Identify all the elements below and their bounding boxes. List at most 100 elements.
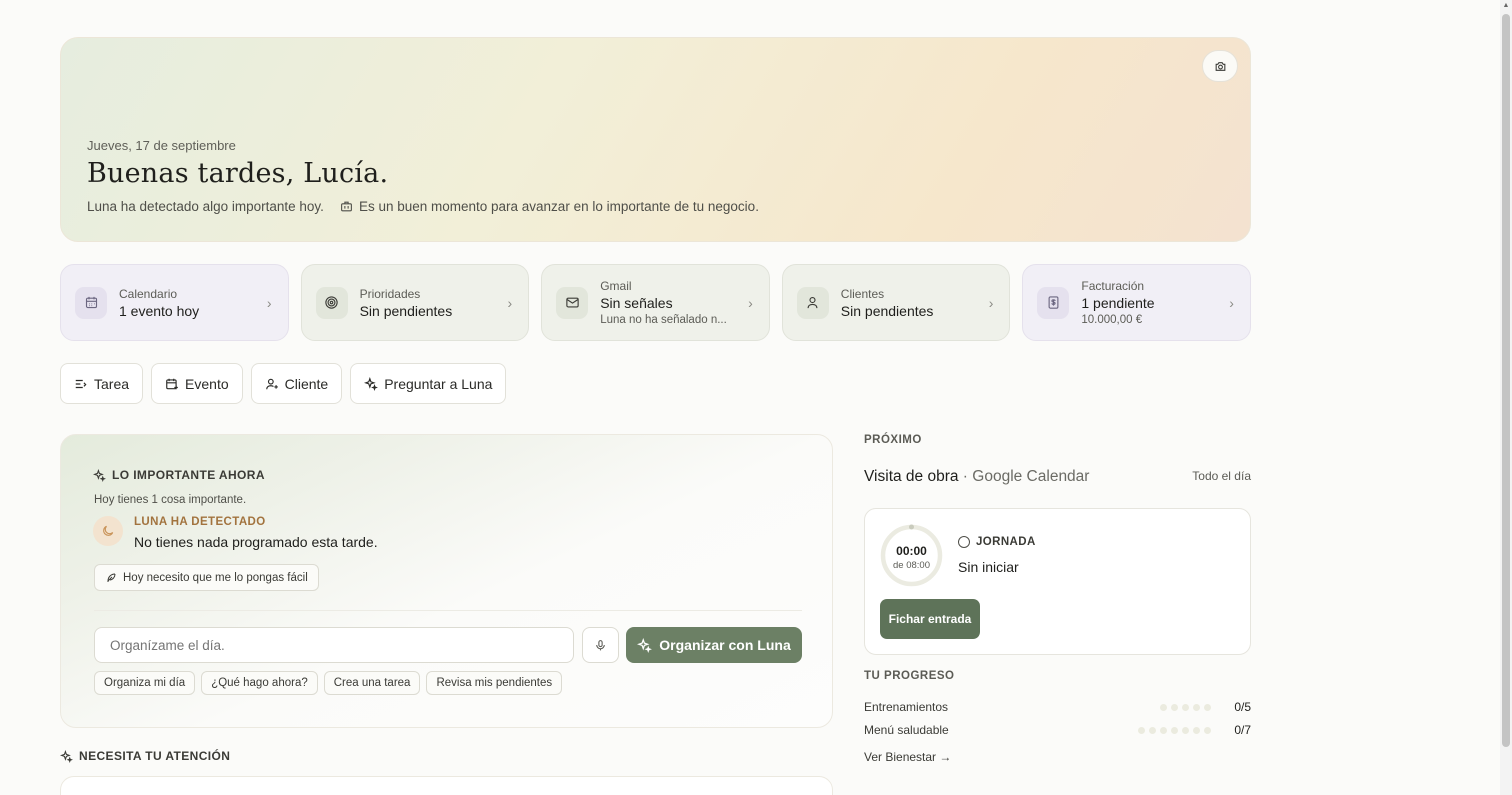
card-gmail[interactable]: Gmail Sin señales Luna no ha señalado n.… (541, 264, 770, 341)
progress-heading: TU PROGRESO (864, 670, 955, 682)
suggestion-chip[interactable]: Organiza mi día (94, 671, 196, 695)
workday-timer: 00:00 de 08:00 (880, 524, 943, 587)
important-heading: LO IMPORTANTE AHORA (93, 468, 265, 482)
progress-dot (1182, 726, 1189, 734)
card-label: Prioridades (359, 286, 421, 301)
hero-date: Jueves, 17 de septiembre (87, 138, 236, 153)
easy-mode-label: Hoy necesito que me lo pongas fácil (123, 571, 308, 584)
card-clients[interactable]: Clientes Sin pendientes › (781, 264, 1011, 341)
scroll-up-icon[interactable]: ▲ (1502, 2, 1510, 10)
chevron-right-icon: › (748, 295, 753, 311)
scrollbar[interactable]: ▲ (1500, 0, 1512, 795)
card-text: Calendario 1 evento hoy (119, 287, 199, 319)
progress-dot (1204, 703, 1211, 711)
briefcase-icon (341, 201, 352, 212)
important-heading-text: LO IMPORTANTE AHORA (112, 468, 265, 482)
user-plus-icon (265, 378, 278, 389)
card-clients-icon-box (796, 286, 829, 319)
ask-luna-button[interactable]: Preguntar a Luna (350, 363, 507, 404)
status-circle-icon (958, 536, 970, 548)
progress-dot (1160, 726, 1167, 734)
progress-count: 0/5 (1234, 700, 1251, 714)
luna-detected: LUNA HA DETECTADO No tienes nada program… (93, 516, 378, 550)
attention-heading: NECESITA TU ATENCIÓN (60, 749, 230, 763)
progress-row[interactable]: Menú saludable 0/7 (864, 723, 1251, 737)
clock-in-button[interactable]: Fichar entrada (880, 599, 980, 639)
card-calendar[interactable]: Calendario 1 evento hoy › (60, 264, 289, 341)
scrollbar-thumb[interactable] (1502, 14, 1510, 747)
organize-input[interactable] (94, 627, 574, 663)
invoice-icon (1048, 296, 1059, 309)
microphone-button[interactable] (582, 627, 619, 663)
card-gmail-icon-box (556, 286, 589, 319)
luna-detected-message: No tienes nada programado esta tarde. (134, 534, 378, 550)
progress-dot (1182, 703, 1189, 711)
card-label: Facturación (1081, 279, 1145, 293)
card-text: Gmail Sin señales Luna no ha señalado n.… (600, 279, 727, 326)
suggestion-chip[interactable]: Revisa mis pendientes (426, 671, 563, 695)
add-client-label: Cliente (284, 375, 329, 392)
hero-message: Es un buen momento para avanzar en lo im… (340, 199, 759, 214)
card-calendar-icon-box (75, 286, 107, 319)
add-client-button[interactable]: Cliente (250, 363, 343, 404)
attention-panel (60, 776, 833, 795)
quick-actions: Tarea Evento Cliente Preguntar a Luna (60, 363, 507, 404)
card-value: Sin pendientes (840, 302, 934, 319)
add-task-button[interactable]: Tarea (60, 363, 144, 404)
next-event[interactable]: Visita de obra · Google Calendar (864, 468, 1089, 486)
organize-button-label: Organizar con Luna (659, 637, 791, 653)
progress-dot (1171, 703, 1178, 711)
progress-dot (1138, 726, 1145, 734)
sparkles-icon (60, 749, 73, 763)
card-value: 1 evento hoy (119, 302, 200, 319)
view-wellbeing-link[interactable]: Ver Bienestar → (864, 750, 951, 764)
card-label: Calendario (119, 286, 178, 301)
sparkles-icon (637, 637, 653, 653)
greeting-title: Buenas tardes, Lucía. (87, 158, 389, 189)
chevron-right-icon: › (1229, 295, 1234, 311)
suggestion-chip[interactable]: ¿Qué hago ahora? (201, 671, 318, 695)
detected-text: Luna ha detectado algo importante hoy. (87, 199, 324, 214)
important-now-panel: LO IMPORTANTE AHORA Hoy tienes 1 cosa im… (60, 434, 833, 728)
workday-card: 00:00 de 08:00 JORNADA Sin iniciar Ficha… (864, 508, 1251, 655)
card-label: Clientes (840, 286, 885, 301)
card-extra: Luna no ha señalado n... (600, 314, 727, 326)
card-billing[interactable]: Facturación 1 pendiente 10.000,00 € › (1022, 264, 1251, 341)
camera-icon (1215, 61, 1225, 71)
easy-mode-chip[interactable]: Hoy necesito que me lo pongas fácil (94, 564, 319, 591)
organize-with-luna-button[interactable]: Organizar con Luna (626, 627, 802, 663)
card-value: 1 pendiente (1081, 295, 1155, 311)
suggestion-chip[interactable]: Crea una tarea (323, 671, 421, 695)
progress-label: Menú saludable (864, 723, 949, 737)
progress-dot (1193, 703, 1200, 711)
calendar-plus-icon (166, 378, 178, 389)
card-label: Gmail (600, 279, 632, 293)
card-value: Sin señales (600, 295, 673, 311)
card-extra: 10.000,00 € (1081, 314, 1143, 326)
next-event-title: Visita de obra (864, 468, 959, 485)
moon-avatar (93, 516, 123, 546)
add-event-button[interactable]: Evento (151, 363, 243, 404)
luna-detected-label: LUNA HA DETECTADO (134, 516, 266, 528)
progress-dot (1204, 726, 1211, 734)
card-text: Clientes Sin pendientes (841, 287, 934, 319)
workday-state: Sin iniciar (958, 559, 1019, 575)
moon-icon (103, 525, 114, 536)
add-event-label: Evento (185, 375, 229, 392)
divider (94, 610, 802, 611)
important-count: Hoy tienes 1 cosa importante. (94, 494, 247, 506)
ask-luna-label: Preguntar a Luna (384, 375, 493, 392)
card-billing-icon-box (1037, 286, 1070, 319)
card-priorities[interactable]: Prioridades Sin pendientes › (300, 264, 530, 341)
hero-message-text: Es un buen momento para avanzar en lo im… (358, 199, 759, 214)
next-event-time: Todo el día (1192, 469, 1251, 483)
progress-label: Entrenamientos (864, 700, 949, 714)
target-icon (325, 296, 338, 309)
hero-banner: Jueves, 17 de septiembre Buenas tardes, … (60, 37, 1251, 242)
progress-row[interactable]: Entrenamientos 0/5 (864, 700, 1251, 714)
microphone-icon (596, 639, 605, 650)
progress-dot (1160, 703, 1167, 711)
change-cover-button[interactable] (1202, 50, 1238, 82)
progress-dots (1160, 703, 1211, 711)
workday-label-text: JORNADA (976, 536, 1036, 548)
